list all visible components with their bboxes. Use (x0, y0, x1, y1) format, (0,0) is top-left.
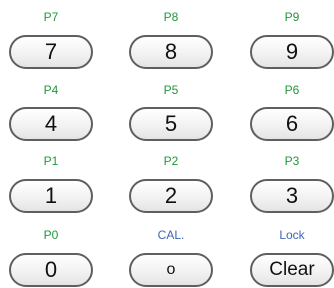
key-9-button[interactable]: 9 (250, 35, 334, 69)
key-3-button[interactable]: 3 (250, 179, 334, 213)
preset-label-p6: P6 (284, 83, 300, 97)
key-6-button[interactable]: 6 (250, 107, 334, 141)
preset-label-p4: P4 (43, 83, 59, 97)
key-4-button[interactable]: 4 (9, 107, 93, 141)
lock-label: Lock (279, 228, 305, 242)
clear-button[interactable]: Clear (250, 253, 334, 287)
preset-label-p9: P9 (284, 10, 300, 24)
key-2-button[interactable]: 2 (129, 179, 213, 213)
preset-label-p2: P2 (163, 154, 179, 168)
key-0-button[interactable]: 0 (9, 253, 93, 287)
preset-label-p7: P7 (43, 10, 59, 24)
calibration-label: CAL. (157, 228, 185, 242)
preset-label-p5: P5 (163, 83, 179, 97)
decimal-point-button[interactable]: o (129, 253, 213, 287)
key-8-button[interactable]: 8 (129, 35, 213, 69)
preset-label-p8: P8 (163, 10, 179, 24)
preset-label-p3: P3 (284, 154, 300, 168)
preset-label-p0: P0 (43, 228, 59, 242)
key-1-button[interactable]: 1 (9, 179, 93, 213)
key-5-button[interactable]: 5 (129, 107, 213, 141)
preset-label-p1: P1 (43, 154, 59, 168)
key-7-button[interactable]: 7 (9, 35, 93, 69)
